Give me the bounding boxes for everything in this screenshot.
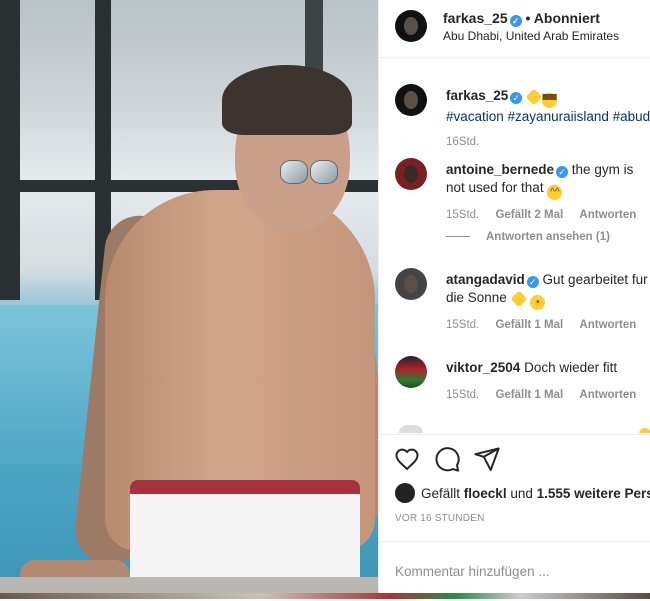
verified-icon: ✓ (526, 276, 539, 288)
comment-meta: 15Std. Gefällt 1 Mal Antworten (446, 319, 649, 331)
hashtags[interactable]: #vacation #zayanuraiisland #abudhabi (446, 109, 650, 124)
post-actions: Gefällt floeckl und 1.555 weitere Person… (379, 434, 650, 600)
comment-body: Gut gearbeitet fur (542, 272, 648, 287)
comment-text: atangadavid ✓ Gut gearbeitet fur die Sonn… (446, 271, 650, 310)
follow-status[interactable]: • Abonniert (526, 10, 600, 26)
comment-text: viktor_2504 Doch wieder fitt (446, 359, 650, 377)
comment-username[interactable]: atangadavid (446, 272, 525, 287)
view-replies-button[interactable]: Antworten ansehen (1) (446, 231, 610, 243)
comment-username[interactable]: viktor_2504 (446, 360, 520, 375)
reply-button[interactable]: Antworten (579, 319, 636, 331)
caption-time[interactable]: 16Std. (446, 136, 479, 148)
comment-time[interactable]: 15Std. (446, 319, 479, 331)
comment-input[interactable] (395, 560, 635, 582)
comment-meta: 15Std. Gefällt 2 Mal Antworten (446, 209, 649, 221)
likes-connector: und (510, 486, 533, 501)
below-post-strip (0, 593, 650, 599)
comment-body: Doch wieder fitt (524, 360, 618, 375)
verified-icon: ✓ (510, 92, 523, 104)
sun-emoji-icon (525, 88, 543, 106)
comment-likes[interactable]: Gefällt 2 Mal (495, 209, 563, 221)
likes-prefix: Gefällt (421, 486, 461, 501)
sun-emoji-icon (510, 290, 528, 308)
comments-scroll[interactable]: farkas_25 ✓ ▀▀ #vacation #zayanuraiisland… (379, 58, 650, 433)
avatar[interactable] (395, 268, 427, 300)
emoji-icon (639, 428, 650, 433)
divider (446, 236, 470, 237)
post-timestamp[interactable]: VOR 16 STUNDEN (395, 513, 485, 524)
avatar (399, 425, 423, 433)
likes-count[interactable]: 1.555 weitere Personen (537, 486, 650, 501)
caption-username[interactable]: farkas_25 (446, 88, 508, 103)
comment-likes[interactable]: Gefällt 1 Mal (495, 319, 563, 331)
avatar[interactable] (395, 84, 427, 116)
sunglasses-emoji-icon: ▀▀ (542, 93, 558, 108)
post-sidebar: farkas_25 ✓ • Abonniert Abu Dhabi, United… (378, 0, 650, 599)
reply-button[interactable]: Antworten (579, 389, 636, 401)
liked-by-user[interactable]: floeckl (464, 486, 507, 501)
comment-likes[interactable]: Gefällt 1 Mal (495, 389, 563, 401)
comment-body: the gym is (571, 162, 634, 177)
post-header: farkas_25 ✓ • Abonniert Abu Dhabi, United… (379, 0, 650, 58)
caption-meta: 16Std. (446, 136, 492, 148)
caption-text: farkas_25 ✓ ▀▀ #vacation #zayanuraiisland… (446, 87, 650, 126)
avatar (395, 483, 415, 503)
likes-summary[interactable]: Gefällt floeckl und 1.555 weitere Person… (395, 483, 650, 503)
reply-button[interactable]: Antworten (579, 209, 636, 221)
verified-icon: ✓ (509, 15, 522, 27)
sunglasses (280, 160, 340, 186)
avatar[interactable] (395, 356, 427, 388)
avatar[interactable] (395, 158, 427, 190)
person-hair (222, 65, 352, 135)
comment-text: antoine_bernede ✓ the gym is not used for… (446, 161, 650, 200)
verified-icon: ✓ (556, 166, 569, 178)
share-icon[interactable] (473, 445, 501, 473)
comment-form (379, 541, 650, 601)
location-link[interactable]: Abu Dhabi, United Arab Emirates (443, 29, 619, 43)
header-username-row: farkas_25 ✓ • Abonniert (443, 10, 600, 27)
comment-body: die Sonne (446, 290, 507, 305)
view-replies-label: Antworten ansehen (1) (486, 231, 610, 243)
laughing-emoji-icon: ^^ (547, 185, 563, 200)
post-photo[interactable] (0, 0, 378, 599)
comment-time[interactable]: 15Std. (446, 209, 479, 221)
tongue-emoji-icon: • (530, 295, 546, 310)
window-frame (0, 0, 20, 300)
comment-meta: 15Std. Gefällt 1 Mal Antworten (446, 389, 649, 401)
comment-username[interactable]: antoine_bernede (446, 162, 554, 177)
post-username[interactable]: farkas_25 (443, 10, 508, 26)
heart-icon[interactable] (393, 445, 421, 473)
comment-time[interactable]: 15Std. (446, 389, 479, 401)
avatar[interactable] (395, 10, 427, 42)
comment-body: not used for that (446, 180, 544, 195)
comment-icon[interactable] (433, 445, 461, 473)
